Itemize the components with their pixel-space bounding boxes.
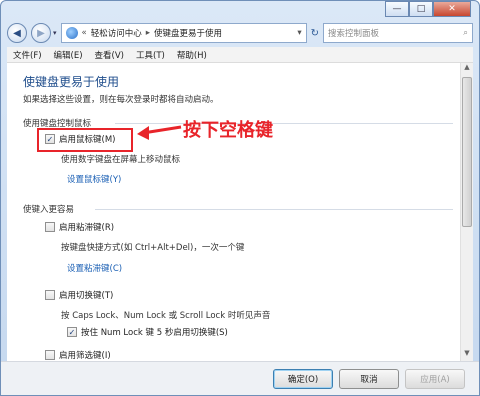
annotation-highlight-box — [37, 128, 133, 152]
section-divider — [95, 209, 453, 210]
stickykeys-settings-link[interactable]: 设置粘滞键(C) — [67, 262, 122, 274]
menu-tools[interactable]: 工具(T) — [136, 49, 165, 61]
address-dropdown-icon[interactable]: ▾ — [297, 28, 301, 38]
refresh-icon[interactable]: ↻ — [311, 28, 319, 39]
annotation-text: 按下空格键 — [183, 120, 273, 141]
stickykeys-option[interactable]: 启用粘滞键(R) — [45, 221, 114, 233]
search-input[interactable]: 搜索控制面板 ⌕ — [323, 23, 473, 43]
apply-button[interactable]: 应用(A) — [405, 369, 465, 389]
breadcrumb-keyboard[interactable]: 使键盘更易于使用 — [154, 27, 222, 39]
navigation-bar: ◀ ▶ ▾ « 轻松访问中心 ▸ 使键盘更易于使用 ▾ ↻ 搜索控制面板 ⌕ — [7, 21, 473, 45]
breadcrumb-ease-of-access[interactable]: 轻松访问中心 — [91, 27, 142, 39]
close-button[interactable]: ✕ — [433, 1, 471, 17]
togglekeys-option[interactable]: 启用切换键(T) — [45, 289, 113, 301]
mousekeys-settings-link[interactable]: 设置鼠标键(Y) — [67, 173, 121, 185]
menu-bar: 文件(F) 编辑(E) 查看(V) 工具(T) 帮助(H) — [7, 47, 473, 63]
back-button[interactable]: ◀ — [7, 23, 27, 43]
menu-edit[interactable]: 编辑(E) — [54, 49, 83, 61]
stickykeys-label[interactable]: 启用粘滞键(R) — [59, 221, 114, 233]
vertical-scrollbar[interactable]: ▲ ▼ — [460, 63, 473, 361]
togglekeys-description: 按 Caps Lock、Num Lock 或 Scroll Lock 时听见声音 — [61, 311, 271, 321]
breadcrumb-overflow[interactable]: « — [82, 28, 87, 38]
search-placeholder: 搜索控制面板 — [328, 29, 380, 39]
stickykeys-description: 按键盘快捷方式(如 Ctrl+Alt+Del)，一次一个键 — [61, 243, 245, 253]
minimize-button[interactable]: — — [385, 1, 409, 17]
page-title: 使键盘更易于使用 — [23, 75, 120, 89]
page-subtitle: 如果选择这些设置，则在每次登录时都将自动启动。 — [23, 95, 219, 105]
menu-file[interactable]: 文件(F) — [13, 49, 42, 61]
caption-buttons: — □ ✕ — [385, 1, 471, 17]
search-icon[interactable]: ⌕ — [463, 28, 468, 38]
filterkeys-checkbox[interactable] — [45, 350, 55, 360]
scroll-thumb[interactable] — [462, 77, 472, 227]
history-dropdown-icon[interactable]: ▾ — [53, 29, 57, 37]
scroll-up-icon[interactable]: ▲ — [461, 63, 473, 75]
togglekeys-sub-checkbox[interactable]: ✓ — [67, 327, 77, 337]
stickykeys-checkbox[interactable] — [45, 222, 55, 232]
window: — □ ✕ ◀ ▶ ▾ « 轻松访问中心 ▸ 使键盘更易于使用 ▾ ↻ 搜索控制… — [0, 0, 480, 396]
togglekeys-checkbox[interactable] — [45, 290, 55, 300]
scroll-down-icon[interactable]: ▼ — [461, 349, 473, 361]
section-typing: 使键入更容易 — [23, 205, 75, 215]
cancel-button[interactable]: 取消 — [339, 369, 399, 389]
footer-bar: 确定(O) 取消 应用(A) — [1, 361, 479, 395]
menu-view[interactable]: 查看(V) — [95, 49, 124, 61]
annotation-arrow-icon — [137, 125, 182, 140]
control-panel-icon — [65, 27, 78, 39]
forward-button[interactable]: ▶ — [31, 23, 51, 43]
togglekeys-sub-label[interactable]: 按住 Num Lock 键 5 秒启用切换键(S) — [81, 326, 228, 338]
menu-help[interactable]: 帮助(H) — [177, 49, 207, 61]
maximize-button[interactable]: □ — [409, 1, 433, 17]
filterkeys-label[interactable]: 启用筛选键(I) — [59, 349, 111, 361]
mousekeys-description: 使用数字键盘在屏幕上移动鼠标 — [61, 155, 181, 165]
togglekeys-label[interactable]: 启用切换键(T) — [59, 289, 113, 301]
address-bar[interactable]: « 轻松访问中心 ▸ 使键盘更易于使用 ▾ — [60, 23, 307, 43]
ok-button[interactable]: 确定(O) — [273, 369, 333, 389]
content-area: 使键盘更易于使用 如果选择这些设置，则在每次登录时都将自动启动。 使用键盘控制鼠… — [7, 63, 473, 361]
breadcrumb-separator-icon[interactable]: ▸ — [146, 28, 150, 38]
filterkeys-option[interactable]: 启用筛选键(I) — [45, 349, 111, 361]
togglekeys-sub-option[interactable]: ✓ 按住 Num Lock 键 5 秒启用切换键(S) — [67, 326, 228, 338]
